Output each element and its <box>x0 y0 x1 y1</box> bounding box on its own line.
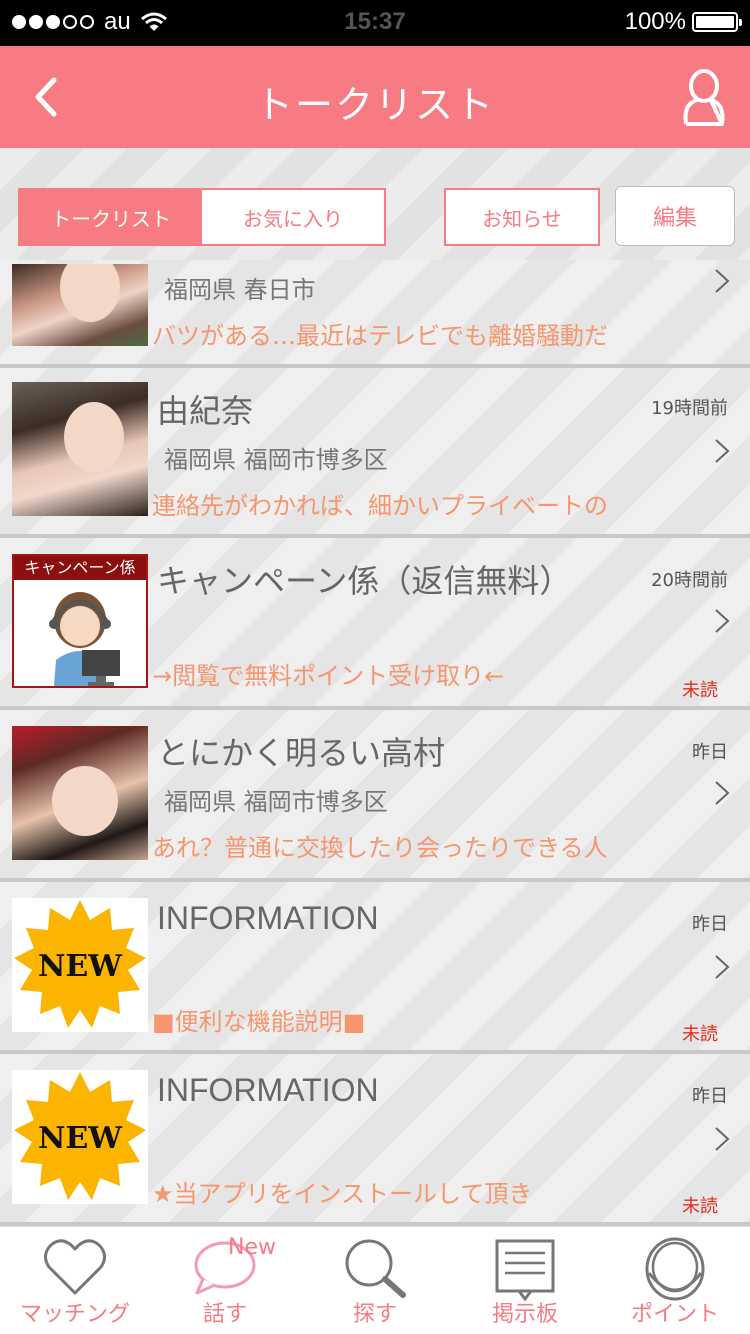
row-message: →閲覧で無料ポイント受け取り← <box>152 662 505 690</box>
row-location: 福岡県 春日市 <box>164 276 316 304</box>
tab-board[interactable]: 掲示板 <box>450 1227 600 1334</box>
profile-icon[interactable] <box>680 68 728 128</box>
bottom-tab-bar: マッチング 話す 探す 掲示板 ポイント New <box>0 1226 750 1334</box>
chevron-right-icon <box>715 1127 730 1151</box>
tab-talk-list[interactable]: トークリスト <box>20 190 202 244</box>
talk-row-information-2[interactable]: NEW INFORMATION 昨日 ★当アプリをインストールして頂き 未読 <box>0 1054 750 1226</box>
tab-favorites[interactable]: お気に入り <box>202 190 384 244</box>
talk-row-yukina[interactable]: 由紀奈 19時間前 福岡県 福岡市博多区 連絡先がわかれば、細かいプライベートの <box>0 368 750 538</box>
chevron-right-icon <box>715 439 730 463</box>
edit-button[interactable]: 編集 <box>615 186 735 246</box>
row-time: 昨日 <box>692 914 728 935</box>
filter-area: トークリスト お気に入り お知らせ 編集 <box>0 148 750 260</box>
tab-point[interactable]: ポイント <box>600 1227 750 1334</box>
row-message: ■便利な機能説明■ <box>152 1008 366 1036</box>
row-time: 昨日 <box>692 1086 728 1107</box>
chevron-right-icon <box>715 955 730 979</box>
unread-badge: 未読 <box>682 1024 718 1045</box>
coin-icon <box>645 1237 705 1301</box>
avatar-label: NEW <box>38 949 123 984</box>
tab-label: マッチング <box>19 1302 130 1327</box>
unread-badge: 未読 <box>682 680 718 701</box>
new-badge: New <box>228 1235 276 1260</box>
tab-label: ポイント <box>630 1302 719 1327</box>
chevron-right-icon <box>715 269 730 293</box>
chevron-right-icon <box>715 781 730 805</box>
status-bar: au 15:37 100% <box>0 0 750 46</box>
avatar <box>12 264 148 346</box>
row-name: INFORMATION <box>157 1072 379 1108</box>
row-message: あれ？普通に交換したり会ったりできる人 <box>152 834 608 862</box>
battery-percent: 100% <box>624 8 686 35</box>
talk-list: 福岡県 春日市 バツがある…最近はテレビでも離婚騒動だ 由紀奈 19時間前 福岡… <box>0 260 750 1226</box>
talk-row-campaign[interactable]: キャンペーン係 キャンペーン係（返信無料） 20時間前 →閲覧で無料ポイント受け… <box>0 538 750 710</box>
notice-button[interactable]: お知らせ <box>444 188 600 246</box>
heart-icon <box>44 1239 106 1295</box>
row-message: ★当アプリをインストールして頂き <box>152 1180 533 1208</box>
unread-badge: 未読 <box>682 1196 718 1217</box>
search-icon <box>345 1239 406 1298</box>
chevron-right-icon <box>715 609 730 633</box>
tab-label: 掲示板 <box>491 1302 558 1327</box>
row-name: 由紀奈 <box>157 392 254 430</box>
row-time: 20時間前 <box>651 570 728 591</box>
row-name: INFORMATION <box>157 900 379 936</box>
row-time: 19時間前 <box>651 398 728 419</box>
segmented-control: トークリスト お気に入り <box>18 188 386 246</box>
new-burst-icon: NEW <box>12 1070 148 1204</box>
row-name: キャンペーン係（返信無料） <box>157 562 572 600</box>
talk-row-information-1[interactable]: NEW INFORMATION 昨日 ■便利な機能説明■ 未読 <box>0 882 750 1054</box>
avatar-label: キャンペーン係 <box>14 556 146 580</box>
avatar-label: NEW <box>38 1121 123 1156</box>
row-time: 昨日 <box>692 742 728 763</box>
row-location: 福岡県 福岡市博多区 <box>164 446 388 474</box>
bulletin-board-icon <box>495 1239 555 1301</box>
talk-row-takamura[interactable]: とにかく明るい高村 昨日 福岡県 福岡市博多区 あれ？普通に交換したり会ったりで… <box>0 710 750 882</box>
talk-row-kasuga[interactable]: 福岡県 春日市 バツがある…最近はテレビでも離婚騒動だ <box>0 260 750 368</box>
row-message: バツがある…最近はテレビでも離婚騒動だ <box>152 322 608 350</box>
operator-icon <box>49 592 120 686</box>
tab-search[interactable]: 探す <box>300 1227 450 1334</box>
campaign-avatar: キャンペーン係 <box>12 554 148 688</box>
row-message: 連絡先がわかれば、細かいプライベートの <box>152 492 608 520</box>
row-location: 福岡県 福岡市博多区 <box>164 788 388 816</box>
tab-label: 探す <box>352 1302 397 1327</box>
battery-icon <box>692 12 742 32</box>
avatar <box>12 726 148 860</box>
tab-talk[interactable]: 話す <box>150 1227 300 1334</box>
new-burst-icon: NEW <box>12 898 148 1032</box>
row-name: とにかく明るい高村 <box>157 734 446 772</box>
page-title: トークリスト <box>254 83 495 127</box>
status-right: 100% <box>624 8 742 36</box>
tab-matching[interactable]: マッチング <box>0 1227 150 1334</box>
tab-label: 話す <box>202 1302 247 1327</box>
nav-bar: トークリスト <box>0 46 750 148</box>
avatar <box>12 382 148 516</box>
